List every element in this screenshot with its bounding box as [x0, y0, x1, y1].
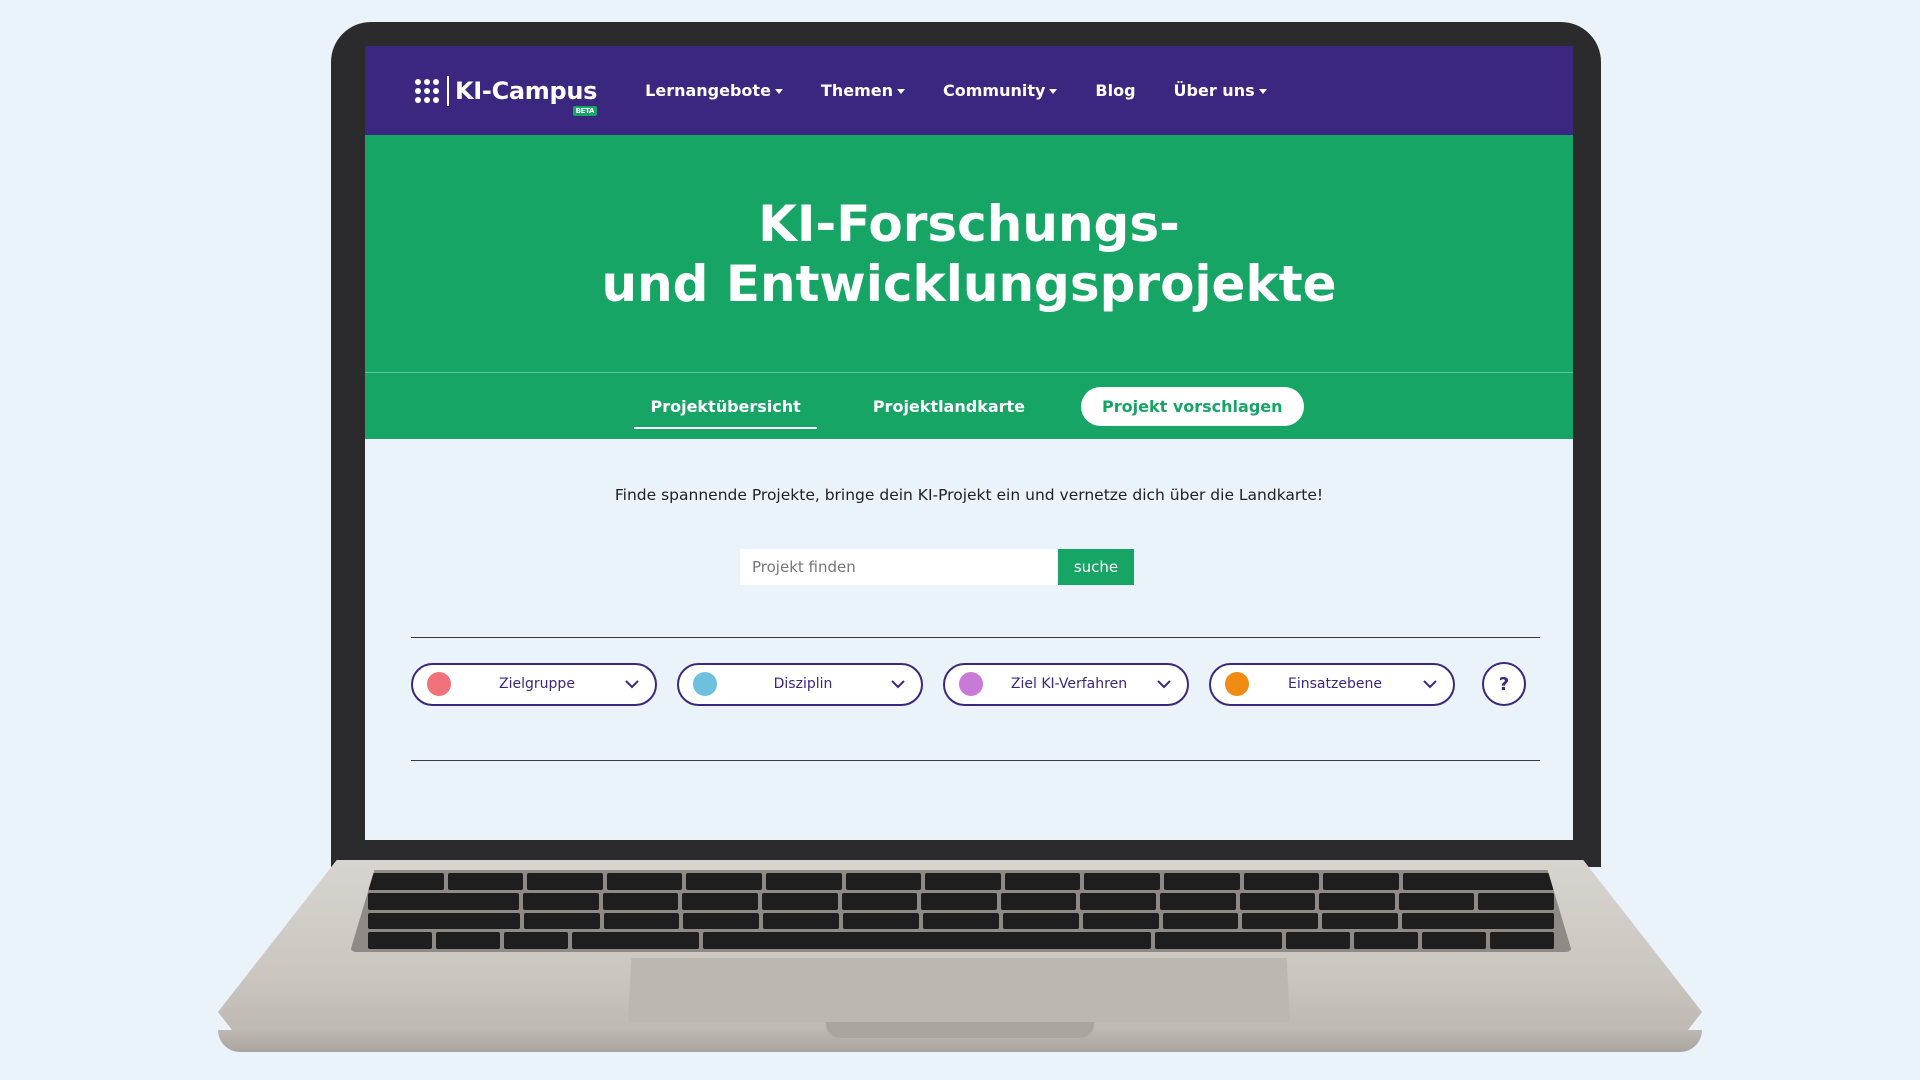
beta-badge: BETA: [572, 105, 598, 116]
nav-item-label: Lernangebote: [645, 81, 771, 100]
category-dot-icon: [693, 672, 717, 696]
chevron-down-icon: [1423, 680, 1437, 689]
nav-item-lernangebote[interactable]: Lernangebote: [645, 81, 783, 100]
nav-item-community[interactable]: Community: [943, 81, 1058, 100]
caret-down-icon: [897, 88, 905, 94]
main-menu: Lernangebote Themen Community Blog Über …: [645, 81, 1267, 100]
caret-down-icon: [1258, 88, 1267, 94]
main-content: Finde spannende Projekte, bringe dein KI…: [365, 439, 1573, 839]
chevron-down-icon: [625, 680, 639, 689]
filter-bar: Zielgruppe Disziplin Ziel KI-Verfahren E…: [411, 662, 1526, 706]
category-dot-icon: [1225, 672, 1249, 696]
filter-label: Ziel KI-Verfahren: [1010, 676, 1128, 692]
filter-label: Einsatzebene: [1288, 676, 1382, 692]
nav-item-label: Themen: [820, 81, 893, 100]
filter-ziel-ki-verfahren[interactable]: Ziel KI-Verfahren: [943, 662, 1189, 706]
search-button[interactable]: suche: [1058, 549, 1134, 585]
nav-item-label: Über uns: [1173, 81, 1255, 100]
nav-item-label: Blog: [1095, 81, 1136, 100]
filter-label: Disziplin: [773, 676, 833, 692]
divider-bottom: [411, 760, 1540, 761]
filter-disziplin[interactable]: Disziplin: [677, 662, 923, 706]
tab-projektlandkarte[interactable]: Projektlandkarte: [857, 391, 1041, 422]
logo-dots-icon: [415, 78, 439, 103]
caret-down-icon: [1049, 88, 1058, 94]
page-title-line2: und Entwicklungsprojekte: [601, 254, 1337, 313]
project-search-input[interactable]: [740, 549, 1058, 585]
logo-text: KI-Campus BETA: [455, 76, 598, 116]
laptop-trackpad: [628, 958, 1290, 1022]
hero-banner: KI-Forschungs- und Entwicklungsprojekte: [365, 135, 1573, 373]
propose-project-button[interactable]: Projekt vorschlagen: [1081, 386, 1304, 426]
project-search: suche: [740, 549, 1134, 585]
category-dot-icon: [959, 672, 983, 696]
nav-item-themen[interactable]: Themen: [821, 81, 905, 100]
laptop-notch: [826, 1022, 1094, 1038]
top-navbar: KI-Campus BETA Lernangebote Themen Commu…: [365, 46, 1573, 135]
page-title-line1: KI-Forschungs-: [758, 194, 1180, 253]
tab-projektuebersicht[interactable]: Projektübersicht: [634, 391, 818, 429]
laptop-mockup: KI-Campus BETA Lernangebote Themen Commu…: [0, 0, 1920, 1080]
chevron-down-icon: [1157, 680, 1171, 689]
nav-item-ueber-uns[interactable]: Über uns: [1174, 81, 1267, 100]
ki-campus-logo[interactable]: KI-Campus BETA: [415, 75, 598, 116]
filter-einsatzebene[interactable]: Einsatzebene: [1209, 662, 1455, 706]
help-button[interactable]: ?: [1482, 662, 1526, 706]
nav-item-blog[interactable]: Blog: [1095, 81, 1135, 100]
browser-viewport: KI-Campus BETA Lernangebote Themen Commu…: [365, 46, 1573, 840]
intro-text: Finde spannende Projekte, bringe dein KI…: [614, 486, 1324, 504]
project-subnav: Projektübersicht Projektlandkarte Projek…: [365, 373, 1573, 439]
filter-label: Zielgruppe: [499, 676, 575, 692]
page-title: KI-Forschungs- und Entwicklungsprojekte: [601, 194, 1336, 314]
logo-divider: [447, 75, 449, 106]
category-dot-icon: [427, 672, 451, 696]
caret-down-icon: [774, 88, 783, 94]
divider-top: [411, 637, 1540, 638]
brand-name: KI-Campus: [455, 76, 598, 105]
laptop-keyboard: [350, 870, 1572, 952]
filter-zielgruppe[interactable]: Zielgruppe: [411, 662, 657, 706]
nav-item-label: Community: [943, 81, 1046, 100]
chevron-down-icon: [891, 680, 905, 689]
